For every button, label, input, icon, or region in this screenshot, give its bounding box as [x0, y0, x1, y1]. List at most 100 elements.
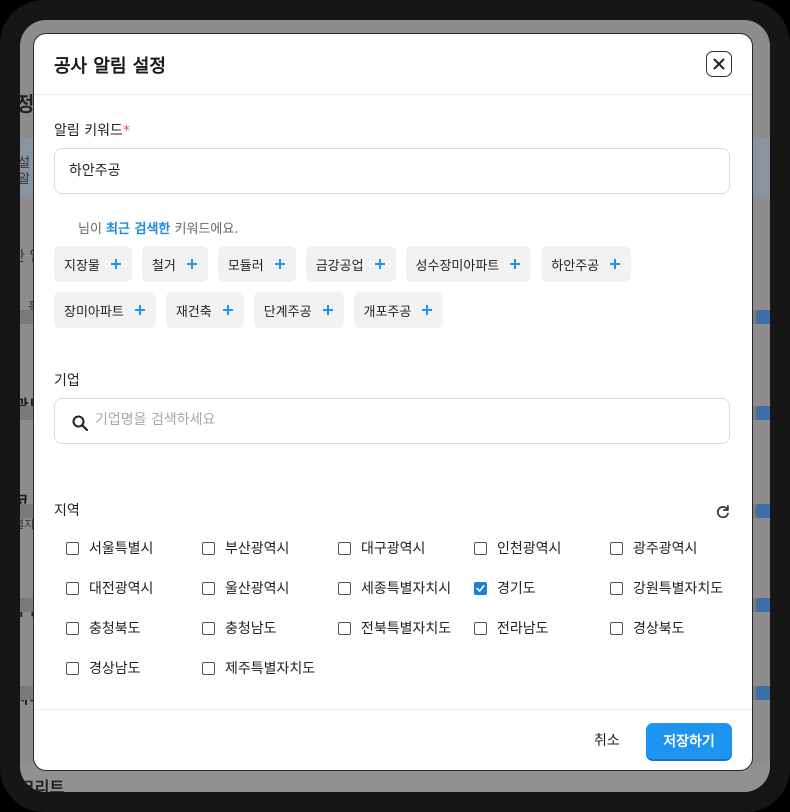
checkbox[interactable]	[66, 541, 79, 555]
region-label-text: 충청남도	[225, 621, 277, 637]
region-checkbox[interactable]: 경상남도	[66, 658, 141, 678]
checkbox[interactable]	[202, 621, 215, 635]
plus-icon	[110, 259, 121, 269]
keyword-input-box	[54, 148, 730, 194]
company-label: 기업	[54, 373, 80, 389]
region-label-text: 충청북도	[89, 621, 141, 637]
close-icon	[713, 58, 725, 70]
recent-keyword-chip[interactable]: 금강공업	[305, 246, 396, 282]
region-checkbox[interactable]: 전북특별자치도	[338, 618, 451, 638]
background-text: 크리트	[20, 778, 65, 792]
background-accent	[756, 406, 770, 420]
recent-keyword-chip[interactable]: 철거	[141, 246, 208, 282]
chip-label: 하안주공	[551, 258, 600, 274]
region-checkbox[interactable]: 인천광역시	[474, 538, 561, 558]
checkbox[interactable]	[202, 661, 215, 675]
region-label-text: 전라남도	[497, 621, 549, 637]
hint-highlight: 최근 검색한	[106, 222, 171, 237]
company-search-box	[54, 398, 730, 444]
keyword-label: 알림 키워드*	[54, 120, 130, 140]
plus-icon	[186, 259, 197, 269]
chip-label: 철거	[151, 258, 176, 274]
checkbox[interactable]	[202, 581, 215, 595]
region-label: 지역	[54, 503, 80, 519]
checkbox[interactable]	[66, 661, 79, 675]
recent-keyword-chip[interactable]: 모듈러	[217, 246, 296, 282]
region-checkbox[interactable]: 강원특별자치도	[610, 578, 723, 598]
checkbox[interactable]	[474, 621, 487, 635]
region-checkbox[interactable]: 경기도	[474, 578, 536, 598]
checkbox[interactable]	[202, 541, 215, 555]
background-accent	[756, 598, 770, 612]
region-checkbox[interactable]: 전라남도	[474, 618, 549, 638]
region-label-text: 광주광역시	[633, 541, 698, 557]
recent-keyword-chip[interactable]: 성수장미아파트	[405, 246, 532, 282]
region-label-text: 강원특별자치도	[633, 581, 724, 597]
recent-keyword-row: 장미아파트 재건축 단계주공 개포주공	[54, 292, 444, 328]
plus-icon	[274, 259, 285, 269]
region-checkbox[interactable]: 광주광역시	[610, 538, 697, 558]
hint-prefix: 님이	[78, 222, 107, 237]
checkbox[interactable]	[610, 581, 623, 595]
refresh-icon[interactable]	[714, 503, 732, 521]
plus-icon	[510, 259, 521, 269]
region-checkbox[interactable]: 세종특별자치시	[338, 578, 451, 598]
save-button[interactable]: 저장하기	[646, 723, 732, 759]
chip-label: 단계주공	[263, 304, 312, 320]
checkbox-checked[interactable]	[474, 581, 487, 595]
checkbox[interactable]	[66, 621, 79, 635]
checkbox[interactable]	[338, 581, 351, 595]
checkbox[interactable]	[338, 621, 351, 635]
region-label-text: 대전광역시	[89, 581, 154, 597]
alert-settings-modal: 공사 알림 설정 알림 키워드* 님이 최근 검색한 키워드에요. 지장물 철거…	[34, 34, 752, 770]
company-search-input[interactable]	[95, 412, 715, 428]
recent-keyword-row: 지장물 철거 모듈러 금강공업 성수장미아파트 하안주공	[54, 246, 632, 282]
checkbox[interactable]	[610, 541, 623, 555]
checkbox[interactable]	[338, 541, 351, 555]
checkbox[interactable]	[474, 541, 487, 555]
plus-icon	[134, 305, 145, 315]
region-checkbox[interactable]: 대구광역시	[338, 538, 425, 558]
chip-label: 개포주공	[363, 304, 412, 320]
region-label-text: 울산광역시	[225, 581, 290, 597]
keyword-input[interactable]	[69, 162, 709, 178]
modal-title: 공사 알림 설정	[54, 56, 166, 77]
region-checkbox[interactable]: 부산광역시	[202, 538, 289, 558]
region-label-text: 세종특별자치시	[361, 581, 452, 597]
recent-keyword-chip[interactable]: 하안주공	[541, 246, 632, 282]
region-label-text: 전북특별자치도	[361, 621, 452, 637]
region-label-text: 경기도	[497, 581, 536, 597]
plus-icon	[422, 305, 433, 315]
region-label-text: 서울특별시	[89, 541, 154, 557]
required-mark: *	[122, 123, 130, 139]
background-text: 멸지	[20, 518, 35, 531]
checkbox[interactable]	[66, 581, 79, 595]
recent-keyword-chip[interactable]: 개포주공	[353, 292, 444, 328]
plus-icon	[374, 259, 385, 269]
modal-footer: 취소 저장하기	[34, 709, 752, 770]
checkbox[interactable]	[610, 621, 623, 635]
close-button[interactable]	[706, 51, 732, 77]
region-checkbox[interactable]: 서울특별시	[66, 538, 153, 558]
background-accent	[756, 504, 770, 518]
hint-suffix: 키워드에요.	[170, 222, 239, 237]
chip-label: 금강공업	[315, 258, 364, 274]
recent-keyword-chip[interactable]: 지장물	[54, 246, 132, 282]
region-checkbox[interactable]: 경상북도	[610, 618, 685, 638]
region-label-text: 제주특별자치도	[225, 661, 316, 677]
cancel-button[interactable]: 취소	[594, 730, 620, 750]
background-text: 알	[20, 172, 30, 187]
recent-keyword-chip[interactable]: 단계주공	[253, 292, 344, 328]
keyword-label-text: 알림 키워드	[54, 123, 123, 139]
region-checkbox[interactable]: 충청남도	[202, 618, 277, 638]
search-icon	[72, 415, 89, 432]
recent-keyword-chip[interactable]: 재건축	[165, 292, 244, 328]
region-checkbox[interactable]: 울산광역시	[202, 578, 289, 598]
region-checkbox[interactable]: 충청북도	[66, 618, 141, 638]
chip-label: 지장물	[64, 258, 100, 274]
region-checkbox[interactable]: 제주특별자치도	[202, 658, 315, 678]
region-checkbox[interactable]: 대전광역시	[66, 578, 153, 598]
background-accent	[756, 310, 770, 324]
background-heading: 정	[20, 92, 35, 116]
recent-keyword-chip[interactable]: 장미아파트	[54, 292, 156, 328]
